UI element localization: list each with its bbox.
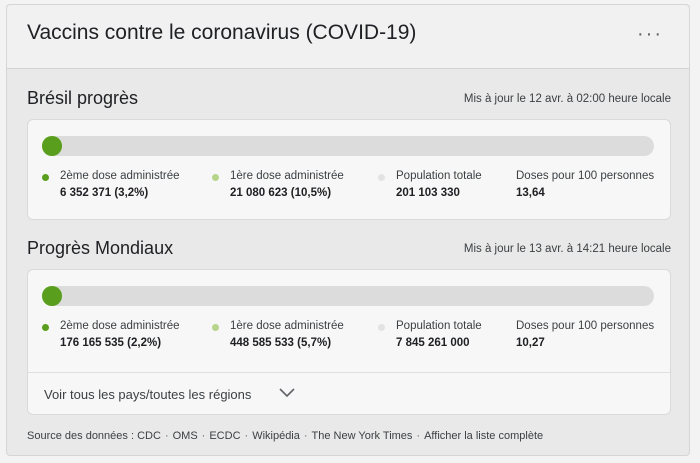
sources-prefix: Source des données : bbox=[27, 430, 135, 442]
brazil-progress-panel: 2ème dose administrée 6 352 371 (3,2%) 1… bbox=[27, 119, 671, 220]
data-sources: Source des données : CDC · OMS · ECDC · Wikipé… bbox=[27, 430, 543, 442]
stat-value: 176 165 535 (2,2%) bbox=[60, 337, 162, 349]
legend-dot-dose2 bbox=[42, 324, 49, 331]
stat-label: Doses pour 100 personnes bbox=[516, 320, 655, 332]
stat-label: 2ème dose administrée bbox=[60, 170, 180, 182]
card-header: Vaccins contre le coronavirus (COVID-19)… bbox=[7, 5, 689, 69]
more-options-icon[interactable]: ··· bbox=[637, 23, 663, 46]
stat-label: 2ème dose administrée bbox=[60, 320, 180, 332]
legend-dot-dose1 bbox=[212, 324, 219, 331]
chevron-down-icon bbox=[279, 388, 295, 398]
updated-timestamp: Mis à jour le 12 avr. à 02:00 heure loca… bbox=[463, 93, 671, 105]
separator: · bbox=[416, 430, 421, 442]
legend-dot-population bbox=[378, 324, 385, 331]
stat-label: 1ère dose administrée bbox=[230, 320, 344, 332]
progress-fill-dose2 bbox=[42, 286, 62, 306]
stat-value: 21 080 623 (10,5%) bbox=[230, 187, 332, 199]
separator: · bbox=[201, 430, 206, 442]
section-world-header: Progrès Mondiaux Mis à jour le 13 avr. à… bbox=[27, 238, 671, 262]
progress-track bbox=[42, 136, 654, 156]
separator: · bbox=[303, 430, 308, 442]
see-all-regions-label: Voir tous les pays/toutes les régions bbox=[44, 387, 252, 402]
progress-fill-dose2 bbox=[42, 136, 62, 156]
card-title: Vaccins contre le coronavirus (COVID-19) bbox=[27, 21, 417, 44]
legend-dot-dose2 bbox=[42, 174, 49, 181]
stat-value: 448 585 533 (5,7%) bbox=[230, 337, 332, 349]
stat-value: 201 103 330 bbox=[396, 187, 460, 199]
updated-timestamp: Mis à jour le 13 avr. à 14:21 heure loca… bbox=[463, 243, 671, 255]
separator: · bbox=[244, 430, 249, 442]
progress-track bbox=[42, 286, 654, 306]
covid-vaccine-card: Vaccins contre le coronavirus (COVID-19)… bbox=[6, 4, 690, 456]
stat-label: Population totale bbox=[396, 320, 482, 332]
source-oms[interactable]: OMS bbox=[173, 430, 198, 442]
section-brazil-header: Brésil progrès Mis à jour le 12 avr. à 0… bbox=[27, 88, 671, 112]
show-full-list-link[interactable]: Afficher la liste complète bbox=[424, 430, 543, 442]
stat-label: Population totale bbox=[396, 170, 482, 182]
stat-value: 10,27 bbox=[516, 337, 545, 349]
source-ecdc[interactable]: ECDC bbox=[209, 430, 240, 442]
legend-dot-dose1 bbox=[212, 174, 219, 181]
world-progress-panel: 2ème dose administrée 176 165 535 (2,2%)… bbox=[27, 269, 671, 415]
source-wikipedia[interactable]: Wikipédia bbox=[252, 430, 300, 442]
source-cdc[interactable]: CDC bbox=[137, 430, 161, 442]
stat-label: 1ère dose administrée bbox=[230, 170, 344, 182]
separator: · bbox=[164, 430, 169, 442]
section-title: Brésil progrès bbox=[27, 88, 139, 108]
stat-value: 13,64 bbox=[516, 187, 545, 199]
source-nyt[interactable]: The New York Times bbox=[312, 430, 413, 442]
stat-value: 6 352 371 (3,2%) bbox=[60, 187, 149, 199]
stat-value: 7 845 261 000 bbox=[396, 337, 470, 349]
see-all-regions-button[interactable]: Voir tous les pays/toutes les régions bbox=[28, 372, 670, 414]
section-title: Progrès Mondiaux bbox=[27, 238, 174, 258]
legend-dot-population bbox=[378, 174, 385, 181]
stat-label: Doses pour 100 personnes bbox=[516, 170, 655, 182]
